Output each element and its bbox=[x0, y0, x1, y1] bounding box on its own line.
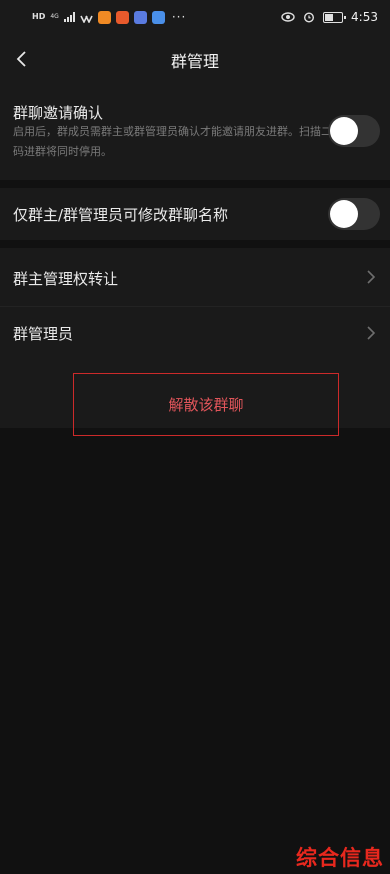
nav-header: 群管理 bbox=[0, 34, 390, 86]
chevron-right-icon bbox=[367, 270, 376, 284]
rename-restrict-toggle[interactable] bbox=[328, 198, 380, 230]
page-title: 群管理 bbox=[170, 52, 219, 71]
status-bar: HD 4G ··· 4:53 bbox=[0, 0, 390, 34]
status-bar-left: HD 4G ··· bbox=[32, 10, 186, 24]
rename-restrict-row: 仅群主/群管理员可修改群聊名称 bbox=[0, 188, 390, 240]
screen: HD 4G ··· 4:53 群管理 群聊邀请确认 启用后，群成员需群主或群管理… bbox=[0, 0, 390, 874]
app-notification-icon bbox=[133, 10, 147, 24]
invite-confirm-description: 启用后，群成员需群主或群管理员确认才能邀请朋友进群。扫描二维码进群将同时停用。 bbox=[13, 125, 343, 158]
app-notification-icon bbox=[151, 10, 165, 24]
rename-restrict-title: 仅群主/群管理员可修改群聊名称 bbox=[13, 206, 229, 224]
management-list: 群主管理权转让 群管理员 bbox=[0, 248, 390, 364]
invite-confirm-toggle[interactable] bbox=[328, 115, 380, 147]
invite-confirm-row: 群聊邀请确认 启用后，群成员需群主或群管理员确认才能邀请朋友进群。扫描二维码进群… bbox=[0, 86, 390, 180]
clock-time: 4:53 bbox=[351, 10, 378, 24]
toggle-knob bbox=[330, 200, 358, 228]
battery-icon bbox=[323, 11, 347, 23]
transfer-owner-item[interactable]: 群主管理权转让 bbox=[0, 248, 390, 306]
status-bar-right: 4:53 bbox=[281, 10, 378, 24]
back-button[interactable] bbox=[6, 44, 36, 74]
chevron-right-icon bbox=[367, 326, 376, 340]
eye-icon bbox=[281, 12, 295, 22]
wifi-icon bbox=[80, 15, 93, 23]
app-notification-icon bbox=[97, 10, 111, 24]
invite-confirm-title: 群聊邀请确认 bbox=[13, 104, 104, 122]
network-type: 4G bbox=[50, 14, 58, 20]
disband-group-button[interactable]: 解散该群聊 bbox=[73, 373, 339, 436]
admins-label: 群管理员 bbox=[13, 325, 74, 343]
more-notifications-icon: ··· bbox=[171, 10, 187, 24]
network-type-label: 4G bbox=[50, 13, 59, 20]
chevron-left-icon bbox=[16, 51, 26, 67]
admins-item[interactable]: 群管理员 bbox=[0, 307, 390, 364]
hd-indicator: HD bbox=[32, 12, 46, 21]
alarm-icon bbox=[304, 12, 315, 23]
disband-group-label: 解散该群聊 bbox=[168, 396, 244, 414]
transfer-owner-label: 群主管理权转让 bbox=[13, 270, 119, 288]
signal-icon bbox=[63, 12, 75, 22]
battery-fill bbox=[325, 13, 334, 21]
watermark-logo: 综合信息 bbox=[296, 846, 384, 870]
toggle-knob bbox=[330, 117, 358, 145]
app-notification-icon bbox=[115, 10, 129, 24]
